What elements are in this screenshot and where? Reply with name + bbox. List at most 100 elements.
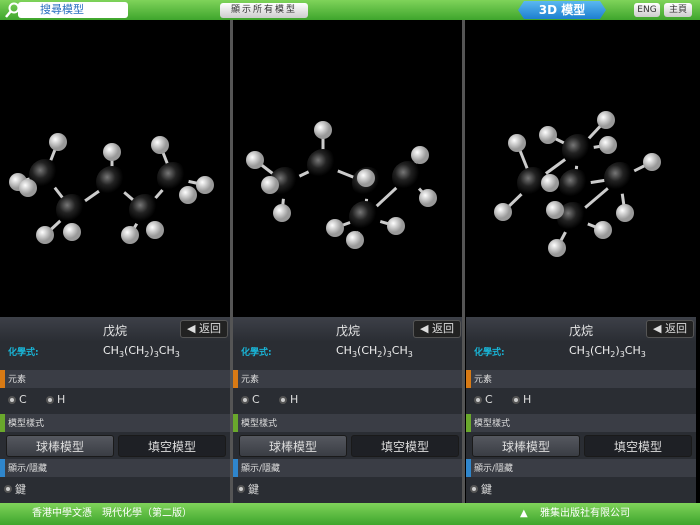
- hydrogen-atom: [597, 111, 615, 129]
- formula-part: 3: [174, 350, 180, 360]
- show-all-models-button[interactable]: 顯示所有模型: [220, 3, 308, 18]
- hydrogen-atom: [246, 151, 264, 169]
- hydrogen-atom: [103, 143, 121, 161]
- hydrogen-atom: [179, 186, 197, 204]
- formula-part: CH: [103, 344, 119, 357]
- hydrogen-atom: [261, 176, 279, 194]
- formula-part: 3: [407, 350, 413, 360]
- formula-part: CH: [624, 344, 641, 357]
- hydrogen-atom: [121, 226, 139, 244]
- hydrogen-atom: [63, 223, 81, 241]
- radio-icon: [470, 485, 478, 493]
- space-filling-button[interactable]: 填空模型: [584, 435, 692, 457]
- hydrogen-atom: [411, 146, 429, 164]
- formula-part: CH: [158, 344, 175, 357]
- carbon-atom: [96, 166, 128, 198]
- element-toggle-c[interactable]: C: [474, 393, 493, 406]
- model-style-header: 模型樣式: [0, 414, 230, 432]
- bond-toggle[interactable]: 鍵: [470, 481, 492, 497]
- carbon-atom: [349, 201, 381, 233]
- info-panel: 戊烷 ◀ 返回 化學式: CH3(CH2)3CH3 元素 C H 模型樣式 球棒模型 填空模型 顯示…: [0, 317, 230, 503]
- footer-publisher: 雅集出版社有限公司: [540, 508, 630, 519]
- hydrogen-atom: [146, 221, 164, 239]
- hydrogen-atom: [387, 217, 405, 235]
- hydrogen-atom: [616, 204, 634, 222]
- element-label: H: [290, 393, 299, 406]
- model-panel: 戊烷 ◀ 返回 化學式: CH3(CH2)3CH3 元素 C H 模型樣式 球棒模型 填空模型 顯示…: [0, 20, 230, 503]
- molecule-viewer[interactable]: [0, 20, 230, 317]
- hydrogen-atom: [643, 153, 661, 171]
- english-button[interactable]: ENG: [634, 3, 660, 17]
- top-bar: 搜尋模型 顯示所有模型 3D 模型 ENG 主頁: [0, 0, 700, 20]
- model-style-label: 模型樣式: [241, 419, 278, 429]
- formula-part: (CH: [124, 344, 145, 357]
- element-label: H: [57, 393, 66, 406]
- hydrogen-atom: [151, 136, 169, 154]
- element-toggle-h[interactable]: H: [46, 393, 65, 406]
- search-input[interactable]: 搜尋模型: [18, 2, 128, 18]
- back-button[interactable]: ◀ 返回: [646, 320, 694, 338]
- elements-label: 元素: [241, 375, 260, 385]
- element-toggle-h[interactable]: H: [279, 393, 298, 406]
- show-hide-label: 顯示/隱藏: [474, 464, 514, 474]
- element-toggle-c[interactable]: C: [241, 393, 260, 406]
- formula-part: (CH: [357, 344, 378, 357]
- ball-and-stick-button[interactable]: 球棒模型: [6, 435, 114, 457]
- hydrogen-atom: [49, 133, 67, 151]
- model-panel: 戊烷 ◀ 返回 化學式: CH3(CH2)3CH3 元素 C H 模型樣式 球棒模型 填空模型 顯示…: [233, 20, 463, 503]
- model-style-header: 模型樣式: [466, 414, 696, 432]
- radio-icon: [46, 395, 54, 404]
- hydrogen-atom: [314, 121, 332, 139]
- space-filling-button[interactable]: 填空模型: [118, 435, 226, 457]
- model-style-header: 模型樣式: [233, 414, 463, 432]
- hydrogen-atom: [326, 219, 344, 237]
- bond-label: 鍵: [15, 483, 26, 496]
- show-hide-label: 顯示/隱藏: [241, 464, 281, 474]
- radio-icon: [237, 485, 245, 493]
- element-label: C: [485, 393, 493, 406]
- carbon-atom: [392, 161, 424, 193]
- formula-label: 化學式:: [8, 348, 39, 358]
- hydrogen-atom: [548, 239, 566, 257]
- show-hide-header: 顯示/隱藏: [233, 459, 463, 477]
- radio-icon: [8, 395, 16, 404]
- ball-and-stick-button[interactable]: 球棒模型: [239, 435, 347, 457]
- formula-label: 化學式:: [241, 348, 272, 358]
- elements-header: 元素: [233, 370, 463, 388]
- show-hide-header: 顯示/隱藏: [466, 459, 696, 477]
- molecule-viewer[interactable]: [466, 20, 696, 317]
- model-panel: 戊烷 ◀ 返回 化學式: CH3(CH2)3CH3 元素 C H 模型樣式 球棒模型 填空模型 顯示…: [466, 20, 696, 503]
- hydrogen-atom: [546, 201, 564, 219]
- bond-toggle[interactable]: 鍵: [237, 481, 259, 497]
- hydrogen-atom: [36, 226, 54, 244]
- molecule-viewer[interactable]: [233, 20, 463, 317]
- bond-toggle[interactable]: 鍵: [4, 481, 26, 497]
- hydrogen-atom: [419, 189, 437, 207]
- section-3d-model: 3D 模型: [512, 0, 612, 20]
- carbon-atom: [562, 134, 594, 166]
- hydrogen-atom: [494, 203, 512, 221]
- element-toggle-h[interactable]: H: [512, 393, 531, 406]
- back-button[interactable]: ◀ 返回: [180, 320, 228, 338]
- element-toggle-c[interactable]: C: [8, 393, 27, 406]
- radio-icon: [4, 485, 12, 493]
- home-button[interactable]: 主頁: [664, 3, 692, 17]
- space-filling-button[interactable]: 填空模型: [351, 435, 459, 457]
- hydrogen-atom: [508, 134, 526, 152]
- ball-and-stick-button[interactable]: 球棒模型: [472, 435, 580, 457]
- back-button[interactable]: ◀ 返回: [413, 320, 461, 338]
- bond-label: 鍵: [248, 483, 259, 496]
- info-panel: 戊烷 ◀ 返回 化學式: CH3(CH2)3CH3 元素 C H 模型樣式 球棒模型 填空模型 顯示…: [466, 317, 696, 503]
- formula-label: 化學式:: [474, 348, 505, 358]
- model-style-label: 模型樣式: [8, 419, 45, 429]
- hydrogen-atom: [594, 221, 612, 239]
- hydrogen-atom: [357, 169, 375, 187]
- formula-part: CH: [569, 344, 585, 357]
- formula-part: CH: [336, 344, 352, 357]
- show-hide-label: 顯示/隱藏: [8, 464, 48, 474]
- radio-icon: [512, 395, 520, 404]
- carbon-atom: [559, 169, 591, 201]
- radio-icon: [241, 395, 249, 404]
- hydrogen-atom: [599, 136, 617, 154]
- elements-header: 元素: [0, 370, 230, 388]
